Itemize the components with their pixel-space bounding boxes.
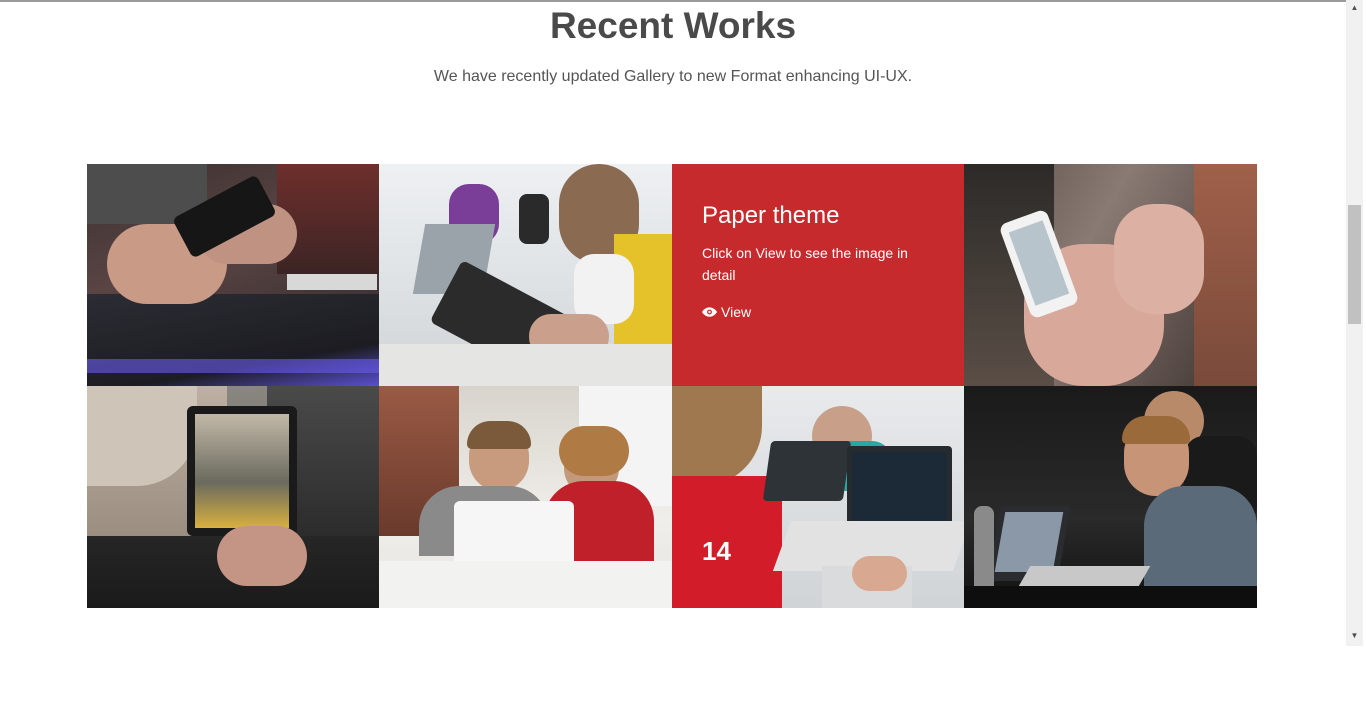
scroll-down-arrow-icon[interactable]: ▼ (1346, 630, 1363, 642)
gallery-item-kids-laptop[interactable] (379, 386, 672, 608)
gallery-photo (964, 164, 1257, 386)
scroll-thumb[interactable] (1348, 205, 1361, 324)
gallery-item-paper-theme[interactable]: Paper theme Click on View to see the ima… (672, 164, 964, 386)
gallery-photo (87, 164, 379, 386)
eye-icon (702, 307, 717, 317)
gallery-grid: Paper theme Click on View to see the ima… (87, 164, 1257, 608)
gallery-item-phone-hands[interactable] (964, 164, 1257, 386)
top-border (0, 0, 1346, 2)
view-link[interactable]: View (702, 304, 751, 320)
gallery-photo (379, 386, 672, 608)
gallery-item-phone-laptop[interactable] (87, 164, 379, 386)
gallery-photo: 14 (672, 386, 964, 608)
view-link-label: View (721, 304, 752, 320)
card-title: Paper theme (702, 202, 840, 229)
card-description: Click on View to see the image in detail (702, 245, 908, 283)
vertical-scrollbar[interactable]: ▲ ▼ (1346, 0, 1363, 646)
gallery-item-boy-laptop[interactable]: 14 (672, 386, 964, 608)
gallery-photo (379, 164, 672, 386)
gallery-item-tablet-drawing[interactable] (379, 164, 672, 386)
scroll-up-arrow-icon[interactable]: ▲ (1346, 2, 1363, 14)
gallery-item-men-laptops[interactable] (964, 386, 1257, 608)
section-subtitle: We have recently updated Gallery to new … (433, 68, 913, 85)
gallery-item-tablet-city[interactable] (87, 386, 379, 608)
gallery-photo (87, 386, 379, 608)
page: Recent Works We have recently updated Ga… (0, 0, 1346, 646)
blank-area (0, 646, 1366, 728)
gallery-photo (964, 386, 1257, 608)
section-title: Recent Works (549, 5, 797, 46)
